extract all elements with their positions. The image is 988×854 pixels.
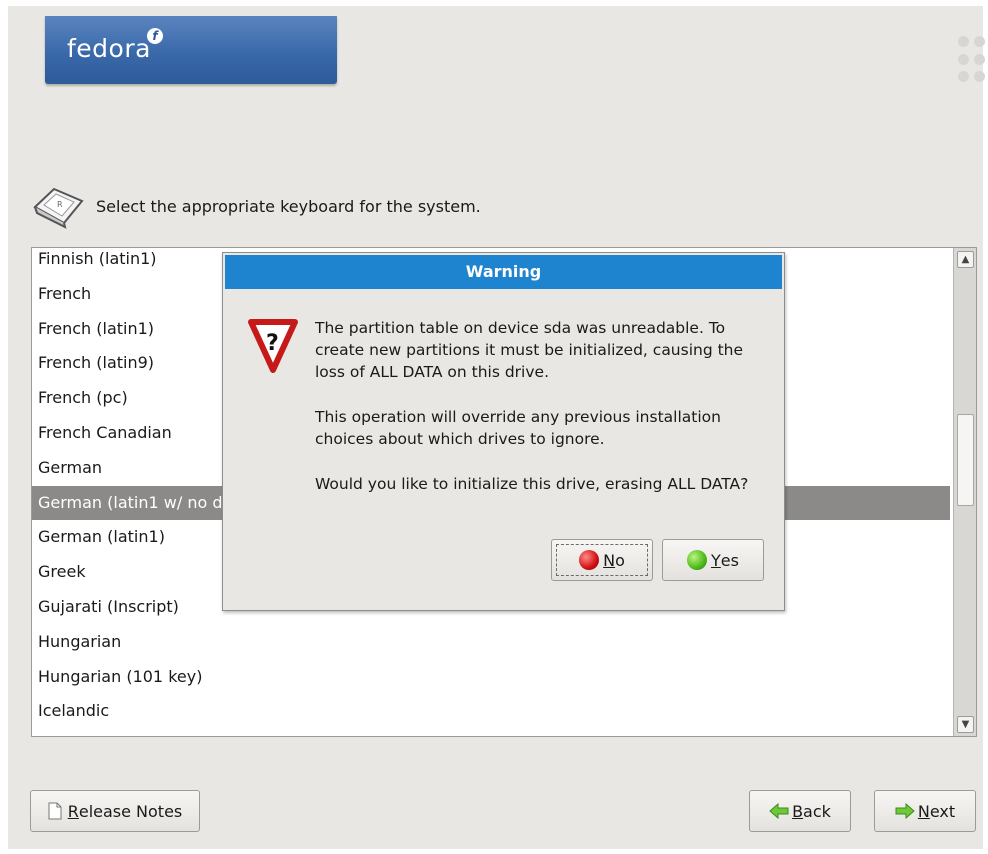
release-notes-button[interactable]: Release Notes: [30, 790, 200, 832]
dialog-message: The partition table on device sda was un…: [315, 317, 775, 518]
dialog-paragraph: This operation will override any previou…: [315, 408, 721, 448]
release-notes-label: elease Notes: [78, 801, 183, 821]
fedora-logo: fedora f: [45, 16, 337, 84]
svg-text:?: ?: [266, 331, 279, 356]
back-button[interactable]: Back: [749, 790, 851, 832]
keyboard-list-item[interactable]: Icelandic: [32, 694, 950, 729]
keyboard-list-item[interactable]: Hungarian: [32, 625, 950, 660]
dialog-paragraph: The partition table on device sda was un…: [315, 319, 744, 381]
keyboard-icon: R: [33, 187, 84, 229]
yes-mnemonic: Y: [711, 550, 721, 570]
warning-dialog: Warning ? The partition table on device …: [222, 252, 785, 611]
keyboard-list-item[interactable]: Hungarian (101 key): [32, 660, 950, 695]
scrollbar-thumb[interactable]: [957, 414, 974, 506]
keyboard-prompt: Select the appropriate keyboard for the …: [96, 197, 481, 216]
logo-text: fedora: [67, 34, 151, 63]
no-button[interactable]: No: [551, 539, 653, 581]
dialog-question: Would you like to initialize this drive,…: [315, 475, 749, 493]
green-circle-icon: [687, 550, 708, 570]
next-arrow-icon: [895, 803, 915, 819]
next-label: ext: [929, 801, 956, 821]
back-mnemonic: B: [792, 801, 804, 821]
document-icon: [48, 802, 62, 820]
yes-label: es: [720, 550, 739, 570]
warning-question-icon: ?: [248, 319, 298, 373]
next-mnemonic: N: [917, 801, 930, 821]
dialog-title: Warning: [225, 255, 782, 289]
scroll-up-arrow-icon[interactable]: ▲: [957, 251, 974, 268]
back-label: ack: [803, 801, 831, 821]
svg-text:R: R: [57, 200, 63, 209]
yes-button[interactable]: Yes: [662, 539, 764, 581]
back-arrow-icon: [769, 803, 789, 819]
next-button[interactable]: Next: [874, 790, 976, 832]
scroll-down-arrow-icon[interactable]: ▼: [957, 716, 974, 733]
grip-dots-icon: [958, 36, 988, 86]
fedora-infinity-icon: f: [147, 28, 163, 44]
list-scrollbar[interactable]: ▲ ▼: [953, 248, 976, 736]
release-notes-mnemonic: R: [67, 801, 79, 821]
focus-ring: [556, 544, 648, 576]
